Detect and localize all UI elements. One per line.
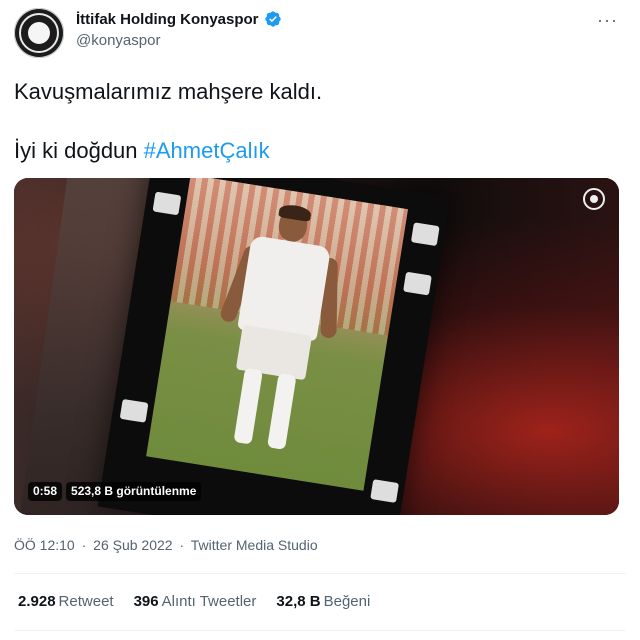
video-player[interactable]: 0:58 523,8 B görüntülenme	[14, 178, 619, 515]
tweet-text-line2: İyi ki doğdun #AhmetÇalık	[14, 137, 270, 165]
video-duration: 0:58	[28, 482, 63, 501]
tweet-text-prefix: İyi ki doğdun	[14, 138, 144, 163]
like-count[interactable]: 32,8 B Beğeni	[276, 593, 370, 610]
stat-value: 396	[133, 593, 159, 610]
tweet-time[interactable]: ÖÖ 12:10	[14, 537, 75, 553]
divider	[14, 630, 626, 631]
divider	[14, 573, 626, 574]
tweet-meta: ÖÖ 12:10 · 26 Şub 2022 · Twitter Media S…	[14, 537, 318, 553]
tweet-source[interactable]: Twitter Media Studio	[191, 537, 318, 553]
stat-label: Beğeni	[323, 593, 371, 610]
retweet-count[interactable]: 2.928 Retweet	[18, 593, 114, 610]
stat-label: Alıntı Tweetler	[161, 593, 257, 610]
film-frame	[97, 178, 451, 515]
author-handle[interactable]: @konyaspor	[76, 32, 160, 49]
avatar[interactable]	[14, 8, 64, 58]
tweet-stats: 2.928 Retweet 396 Alıntı Tweetler 32,8 B Be…	[18, 593, 370, 610]
author-name-row[interactable]: İttifak Holding Konyaspor	[76, 10, 282, 28]
video-view-count: 523,8 B görüntülenme	[66, 482, 202, 501]
club-crest-icon	[19, 13, 59, 53]
stat-value: 2.928	[18, 593, 56, 610]
hashtag-link[interactable]: #AhmetÇalık	[144, 138, 270, 163]
author-name[interactable]: İttifak Holding Konyaspor	[76, 11, 259, 28]
club-logo-watermark-icon	[583, 188, 605, 210]
video-badges: 0:58 523,8 B görüntülenme	[28, 482, 202, 501]
stat-label: Retweet	[58, 593, 114, 610]
quote-tweet-count[interactable]: 396 Alıntı Tweetler	[134, 593, 257, 610]
more-options-icon[interactable]: ···	[597, 10, 618, 31]
stat-value: 32,8 B	[276, 593, 321, 610]
tweet-date[interactable]: 26 Şub 2022	[93, 537, 172, 553]
player-photo	[146, 178, 408, 491]
tweet-text-line1: Kavuşmalarımız mahşere kaldı.	[14, 79, 323, 104]
verified-badge-icon	[264, 11, 281, 27]
meta-separator: ·	[81, 537, 87, 553]
meta-separator: ·	[179, 537, 185, 553]
